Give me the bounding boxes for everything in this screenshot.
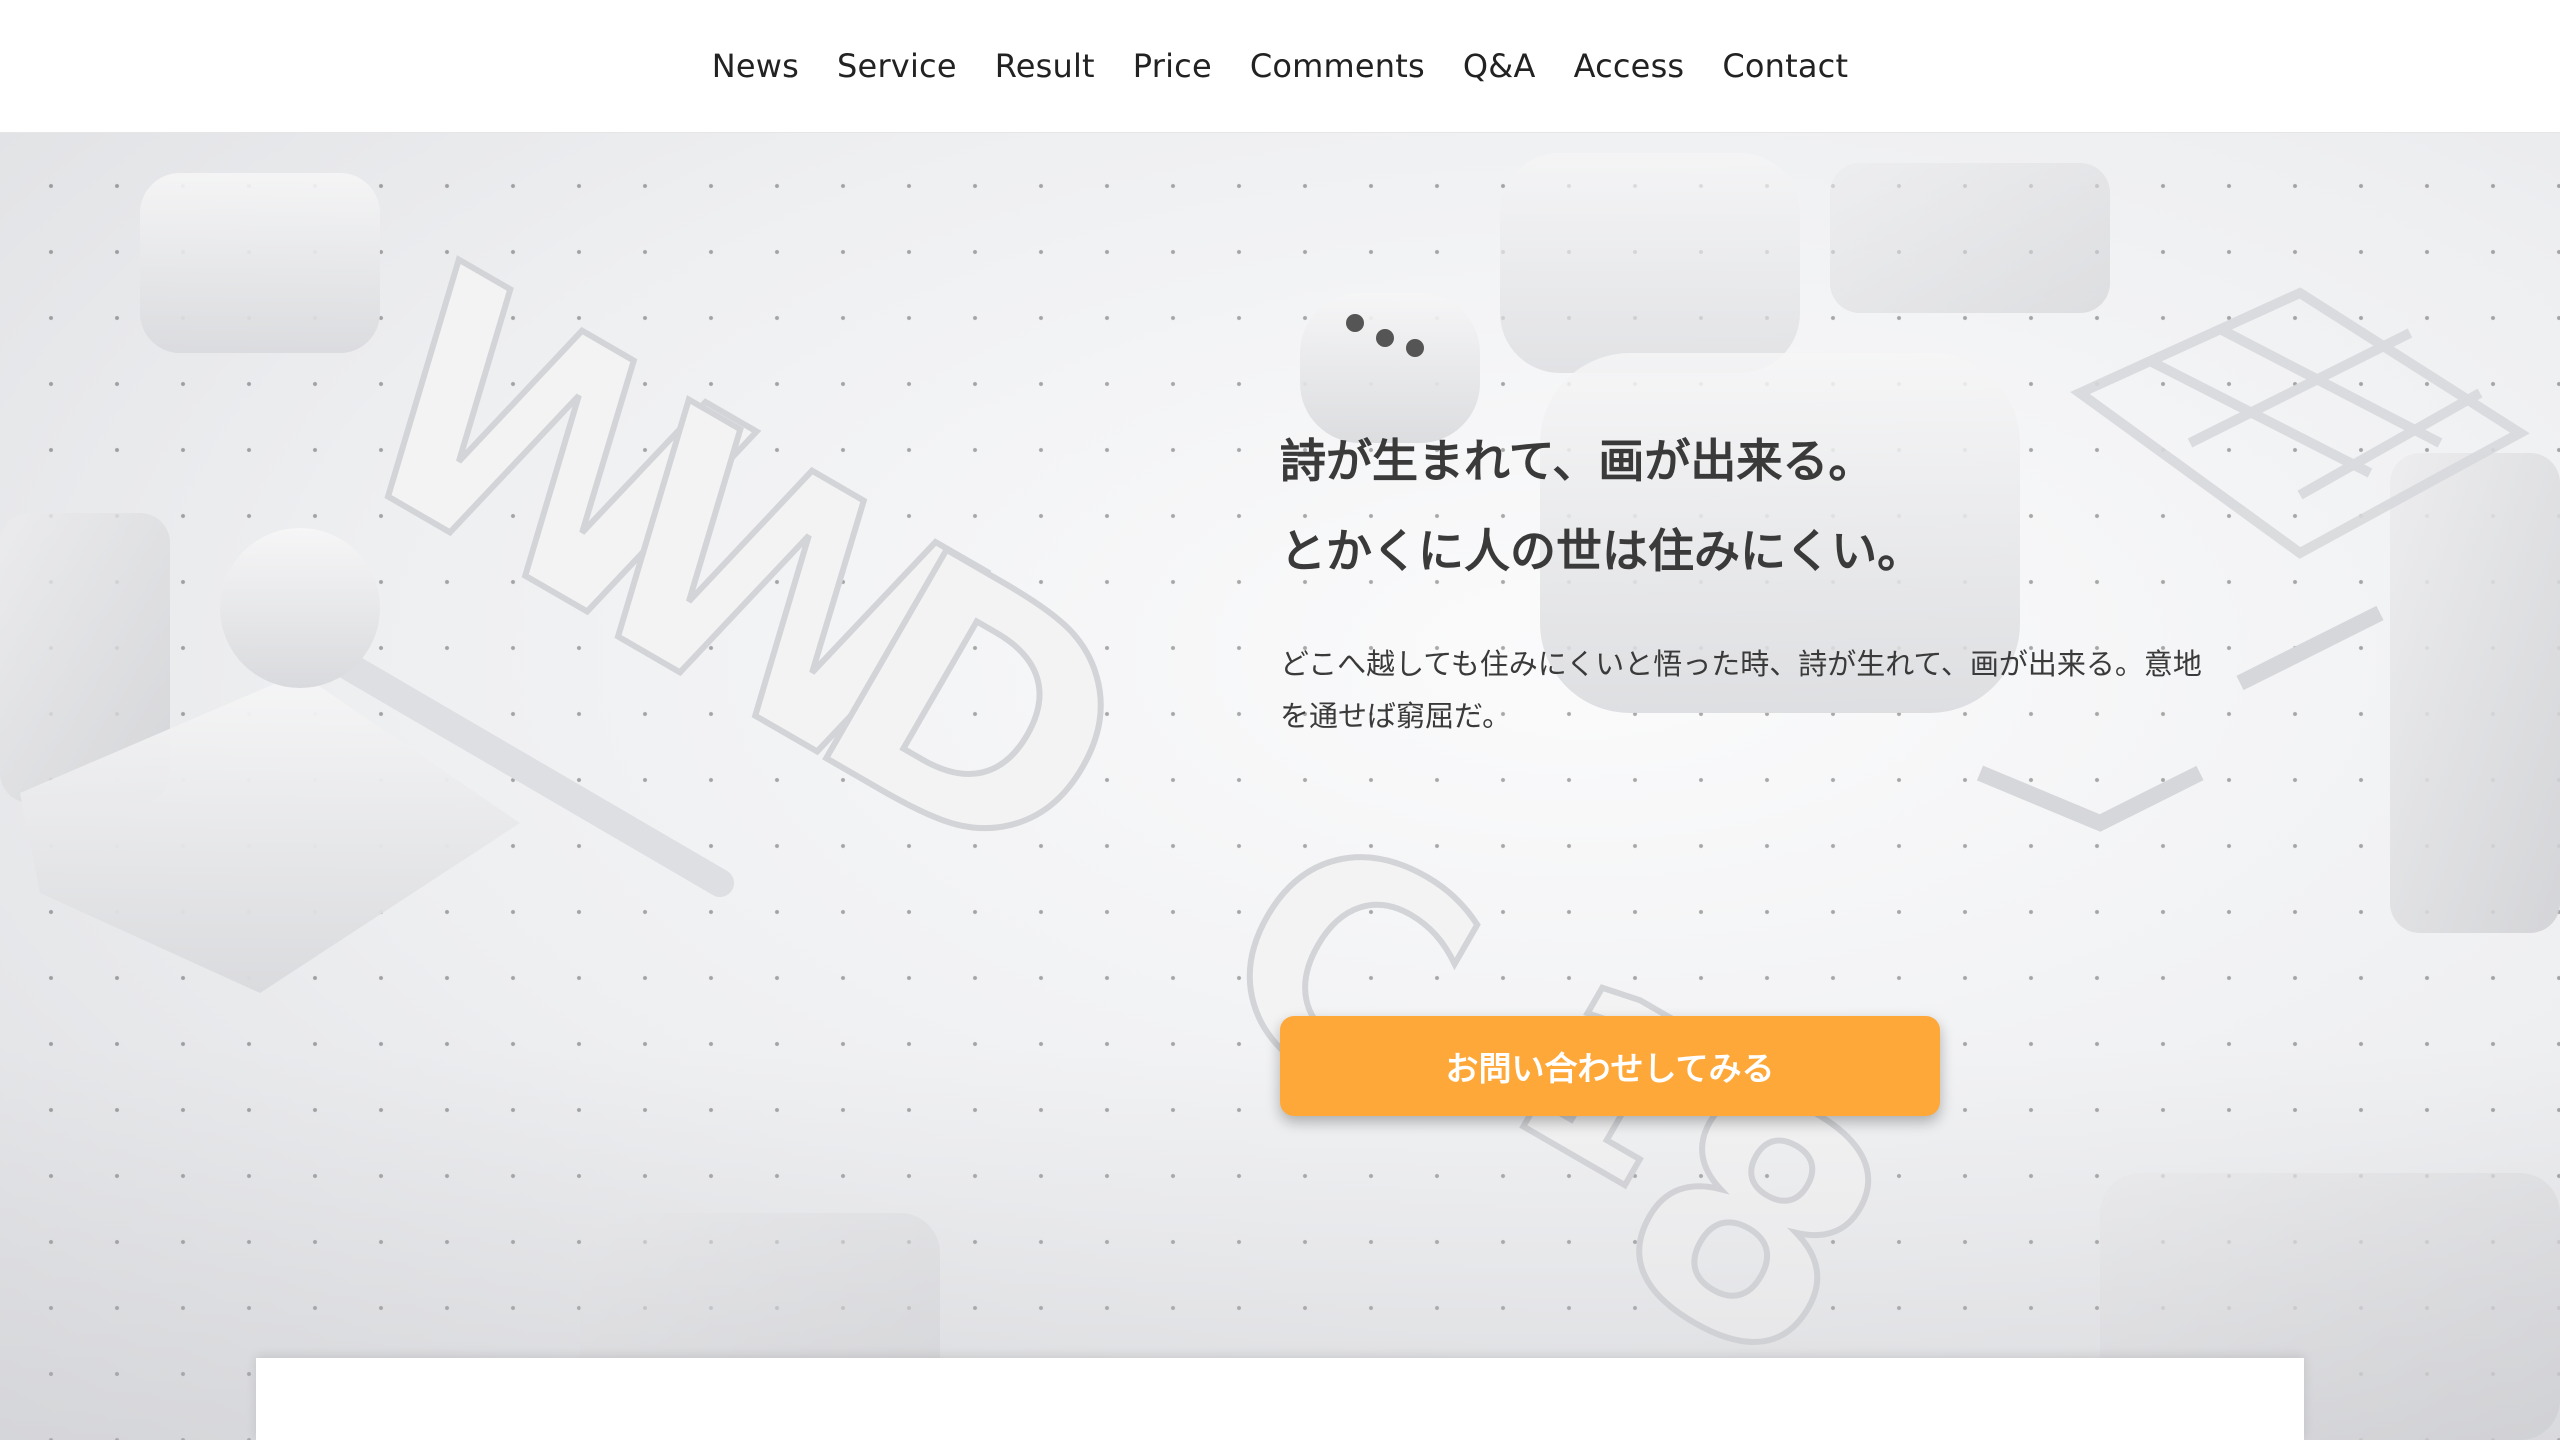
nav-item-contact[interactable]: Contact <box>1722 50 1848 82</box>
nav-item-qa[interactable]: Q&A <box>1463 50 1536 82</box>
hero-heading-line-1: 詩が生まれて、画が出来る。 <box>1280 434 1875 488</box>
site-header: News Service Result Price Comments Q&A A… <box>0 0 2560 133</box>
nav-item-price[interactable]: Price <box>1133 50 1212 82</box>
hero-description: どこへ越しても住みにくいと悟った時、詩が生れて、画が出来る。意地を通せば窮屈だ。 <box>1280 647 2202 733</box>
nav-item-news[interactable]: News <box>712 50 799 82</box>
hero-heading-line-2: とかくに人の世は住みにくい。 <box>1280 524 1924 578</box>
main-nav: News Service Result Price Comments Q&A A… <box>0 0 2560 132</box>
nav-item-comments[interactable]: Comments <box>1250 50 1425 82</box>
hero-section: W W D C 8 1 詩が生まれて、画が出来る。 とかくに人の世は住みにくい。… <box>0 133 2560 1440</box>
contact-cta-button[interactable]: お問い合わせしてみる <box>1280 1016 1940 1116</box>
nav-item-service[interactable]: Service <box>837 50 957 82</box>
nav-item-access[interactable]: Access <box>1574 50 1685 82</box>
nav-item-result[interactable]: Result <box>995 50 1095 82</box>
hero-content: 詩が生まれて、画が出来る。 とかくに人の世は住みにくい。 どこへ越しても住みにく… <box>1280 416 2280 1116</box>
hero-background-image: W W D C 8 1 <box>0 153 2560 1440</box>
hero-heading: 詩が生まれて、画が出来る。 とかくに人の世は住みにくい。 <box>1280 416 2280 596</box>
content-card <box>256 1358 2304 1440</box>
